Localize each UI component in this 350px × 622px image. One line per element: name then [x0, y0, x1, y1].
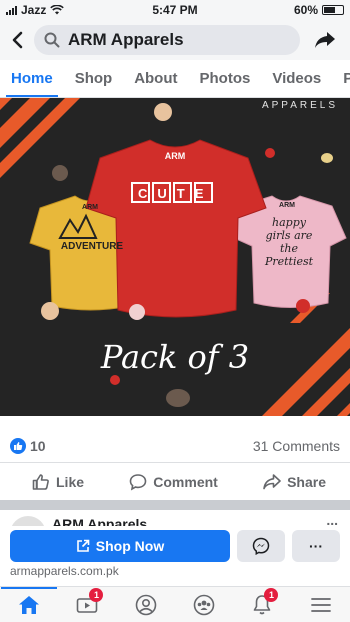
tab-photos[interactable]: Photos: [189, 60, 262, 97]
page-tabs: Home Shop About Photos Videos Po: [0, 60, 350, 98]
battery-percent: 60%: [293, 3, 318, 17]
yellow-shirt-text: ADVENTURE: [60, 241, 124, 252]
red-balloon-icon: [110, 375, 120, 385]
tab-posts[interactable]: Po: [332, 60, 350, 97]
groups-icon: [193, 594, 215, 615]
reactions-row: 10 31 Comments: [0, 432, 350, 460]
profile-icon: [135, 594, 157, 615]
watch-badge: 1: [89, 587, 104, 602]
nav-home[interactable]: [1, 586, 58, 622]
post-image[interactable]: APPARELS ARM CUTE ARM ADVENTURE ARM happ…: [0, 98, 350, 416]
comment-button[interactable]: Comment: [129, 473, 218, 491]
pink-shirt-brand: ARM: [279, 202, 295, 209]
share-label: Share: [287, 473, 326, 490]
comments-count[interactable]: 31 Comments: [253, 438, 340, 454]
tab-home[interactable]: Home: [0, 60, 64, 97]
shop-now-label: Shop Now: [95, 538, 165, 554]
nav-profile[interactable]: [126, 588, 166, 622]
bear-icon: [52, 165, 68, 181]
red-shirt-brand: ARM: [164, 151, 186, 161]
back-button[interactable]: [0, 20, 34, 60]
battery-group: 60%: [294, 3, 344, 17]
home-icon: [19, 595, 40, 614]
pack-of-3-text: Pack of 3: [100, 338, 250, 376]
share-post-button[interactable]: Share: [263, 473, 326, 491]
messenger-icon: [252, 537, 270, 555]
nav-menu[interactable]: [301, 588, 341, 622]
orange-stripes-top-left: [0, 98, 80, 178]
share-arrow-icon: [315, 32, 335, 48]
like-count[interactable]: 10: [10, 438, 46, 454]
tab-about[interactable]: About: [123, 60, 188, 97]
external-link-icon: [76, 539, 90, 552]
red-balloon-icon: [296, 299, 310, 313]
comment-icon: [129, 473, 147, 491]
like-reaction-icon: [10, 438, 26, 454]
share-icon: [263, 473, 281, 489]
search-bar[interactable]: ARM Apparels: [34, 25, 300, 55]
nav-watch[interactable]: 1: [67, 587, 107, 622]
bear-icon: [154, 103, 172, 121]
hamburger-menu-icon: [310, 597, 331, 612]
pink-shirt-text: happy girls are the Prettiest: [264, 216, 314, 268]
battery-icon: [322, 5, 344, 15]
share-button[interactable]: [300, 20, 350, 60]
red-shirt-text: CUTE: [138, 186, 214, 201]
cta-bar: Shop Now ··· armapparels.com.pk: [0, 526, 350, 586]
feed-divider: [0, 500, 350, 510]
status-bar: Jazz 5:47 PM 60%: [0, 0, 350, 20]
search-text: ARM Apparels: [68, 30, 184, 49]
page-header: ARM Apparels: [0, 20, 350, 60]
like-count-text: 10: [30, 438, 46, 454]
post-actions: Like Comment Share: [0, 462, 350, 500]
notifications-badge: 1: [264, 587, 279, 602]
tab-shop[interactable]: Shop: [64, 60, 124, 97]
more-options-button[interactable]: ···: [292, 530, 340, 562]
bottom-nav: 1 1: [0, 586, 350, 622]
messenger-button[interactable]: [237, 530, 285, 562]
brand-watermark: APPARELS: [261, 100, 338, 111]
nav-notifications[interactable]: 1: [242, 587, 282, 622]
tab-videos[interactable]: Videos: [261, 60, 332, 97]
website-link[interactable]: armapparels.com.pk: [10, 564, 119, 578]
bear-icon: [129, 304, 145, 320]
shop-now-button[interactable]: Shop Now: [10, 530, 230, 562]
bear-icon: [41, 302, 59, 320]
nav-groups[interactable]: [184, 588, 224, 622]
like-button[interactable]: Like: [32, 473, 84, 491]
yellow-shirt-brand: ARM: [82, 204, 98, 211]
chevron-left-icon: [12, 31, 23, 49]
comment-label: Comment: [153, 473, 218, 490]
thumbs-up-icon: [32, 473, 49, 490]
like-label: Like: [56, 473, 85, 490]
duck-icon: [166, 389, 190, 407]
search-icon: [44, 32, 60, 48]
